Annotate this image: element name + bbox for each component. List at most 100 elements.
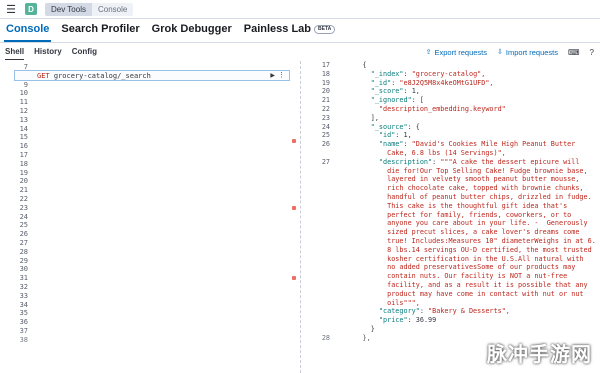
pane-resizer[interactable] [296, 61, 306, 373]
output-code-line: handful of peanut butter chips, drizzled… [338, 193, 592, 201]
editor-line-number: 25 [19, 221, 28, 230]
output-code-line: "_score": 1, [370, 87, 420, 96]
output-code-line: "price": 36.99 [378, 316, 437, 325]
top-bar: ☰ D Dev Tools Console [0, 0, 600, 19]
request-method: GET [37, 72, 50, 80]
editor-line-number: 31 [19, 274, 28, 283]
export-requests-label: Export requests [434, 47, 488, 57]
editor-line-number: 20 [19, 177, 28, 186]
output-code-line: oils""", [338, 298, 420, 307]
request-line: GET grocery-catalog/_search [37, 71, 151, 81]
editor-line-number: 29 [19, 256, 28, 265]
editor-line-number: 12 [19, 107, 28, 115]
editor-line-number: 11 [19, 98, 28, 107]
error-marker [292, 139, 296, 143]
output-line-number: 20 [321, 87, 330, 96]
tab-search-profiler[interactable]: Search Profiler [55, 18, 145, 42]
tab-painless-lab[interactable]: Painless Lab BETA [238, 18, 342, 42]
tab-painless-lab-label: Painless Lab [243, 23, 312, 35]
output-code-line: no added preservativesSome of our produc… [338, 263, 576, 272]
output-line-number: 24 [321, 122, 330, 131]
editor-fade [0, 327, 296, 373]
editor-line-number: 9 [23, 80, 28, 89]
output-code-line: facility, and as a result it is possible… [338, 281, 588, 289]
editor-line-number: 26 [19, 230, 28, 239]
output-code-line: ], [338, 113, 379, 122]
editor-line-number: 24 [19, 212, 28, 221]
import-requests-label: Import requests [505, 47, 558, 57]
output-line-number: 22 [321, 105, 330, 113]
active-request-row[interactable]: GET grocery-catalog/_search ▶ ⋮ [14, 70, 290, 81]
editor-line-number: 30 [19, 265, 28, 274]
subtab-config[interactable]: Config [67, 43, 102, 61]
output-code-line: true! Includes:Measures 10" diameterWeig… [338, 237, 596, 245]
output-code-line: layered in velvety smooth peanut butter … [338, 175, 580, 184]
output-code-line: die for!Our Top Selling Cake! Fudge brow… [338, 166, 588, 175]
output-code-line: Cake, 6.8 lbs (14 Servings)", [338, 149, 506, 157]
editor-line-number: 15 [19, 133, 28, 142]
output-line-number: 25 [321, 131, 330, 140]
tab-grok-debugger[interactable]: Grok Debugger [146, 18, 238, 42]
import-requests-button[interactable]: ⇩ Import requests [497, 48, 558, 57]
output-code-line: "_source": { [370, 122, 420, 131]
output-line-number: 27 [321, 157, 330, 166]
output-line-number: 18 [321, 69, 330, 78]
help-icon[interactable]: ? [590, 48, 594, 57]
output-line-number: 26 [321, 140, 330, 149]
subtab-shell[interactable]: Shell [0, 43, 29, 61]
editor-line-number: 16 [19, 142, 28, 151]
editor-line-number: 10 [19, 89, 28, 98]
beta-badge: BETA [314, 24, 336, 34]
editor-line-number: 36 [19, 318, 28, 327]
output-code-line: product may have come in contact with nu… [338, 289, 584, 298]
editor-line-number: 33 [19, 291, 28, 300]
output-line-number: 23 [321, 113, 330, 122]
import-icon: ⇩ [497, 49, 503, 56]
more-actions-icon[interactable]: ⋮ [278, 71, 285, 79]
tab-console[interactable]: Console [0, 18, 55, 42]
watermark: 脉冲手游网 [487, 342, 592, 366]
error-marker [292, 206, 296, 210]
output-line-number: 19 [321, 78, 330, 87]
output-code-line: perfect for family, friends, coworkers, … [338, 210, 572, 219]
output-line-number: 17 [321, 61, 330, 69]
editor-line-number: 22 [19, 195, 28, 203]
output-code-line: "description": """A cake the dessert epi… [378, 157, 580, 166]
error-marker [292, 276, 296, 280]
editor-line-number: 14 [19, 124, 28, 133]
output-code-line: rich chocolate cake, topped with brownie… [338, 184, 584, 193]
output-code-line: "_id": "e8J2Q5M8x4keOMtG1UFD", [370, 78, 494, 87]
console-subtabs: Shell History Config ⇪ Export requests ⇩… [0, 43, 600, 61]
request-editor[interactable]: 7891011121314151617181920212223242526272… [0, 61, 296, 373]
console-actions: ⇪ Export requests ⇩ Import requests ⌨ ? [426, 43, 594, 61]
resizer-grip [300, 61, 301, 373]
request-path: grocery-catalog/_search [53, 72, 151, 80]
output-line-number: 21 [321, 96, 330, 105]
export-requests-button[interactable]: ⇪ Export requests [426, 48, 487, 57]
output-code-line: { [338, 61, 367, 69]
keyboard-shortcuts-icon[interactable]: ⌨ [568, 48, 580, 57]
editor-line-number: 35 [19, 309, 28, 318]
breadcrumb: Dev Tools Console [45, 2, 134, 16]
editor-line-number: 19 [19, 168, 28, 177]
breadcrumb-dev-tools[interactable]: Dev Tools [45, 2, 92, 16]
editor-line-number: 18 [19, 159, 28, 168]
hamburger-menu-icon[interactable]: ☰ [0, 0, 22, 19]
breadcrumb-console: Console [91, 2, 134, 16]
editor-line-number: 17 [19, 151, 28, 159]
space-avatar[interactable]: D [25, 3, 37, 15]
output-code-line: 8 lbs.14 servings OU-D certified, the mo… [338, 245, 592, 254]
output-code-line: "_ignored": [ [370, 96, 424, 105]
play-icon[interactable]: ▶ [270, 72, 275, 79]
output-code-line: sized precut slices, a cake lover's drea… [338, 228, 580, 237]
output-code-line: "id": 1, [378, 131, 412, 140]
output-code-line: anyone you care about in your life. - Ge… [338, 219, 588, 228]
response-output[interactable]: 171819202122232425262728 { "_index": "gr… [306, 61, 600, 373]
output-code-line: contain nuts. Our facility is NOT a nut-… [338, 272, 568, 281]
editor-line-number: 23 [19, 203, 28, 212]
output-code-line: This cake is the thoughtful gift idea th… [338, 201, 568, 210]
subtab-history[interactable]: History [29, 43, 67, 61]
editor-line-number: 27 [19, 239, 28, 247]
output-code-line: "_index": "grocery-catalog", [370, 69, 486, 78]
output-code-line: "category": "Bakery & Desserts", [378, 307, 510, 316]
